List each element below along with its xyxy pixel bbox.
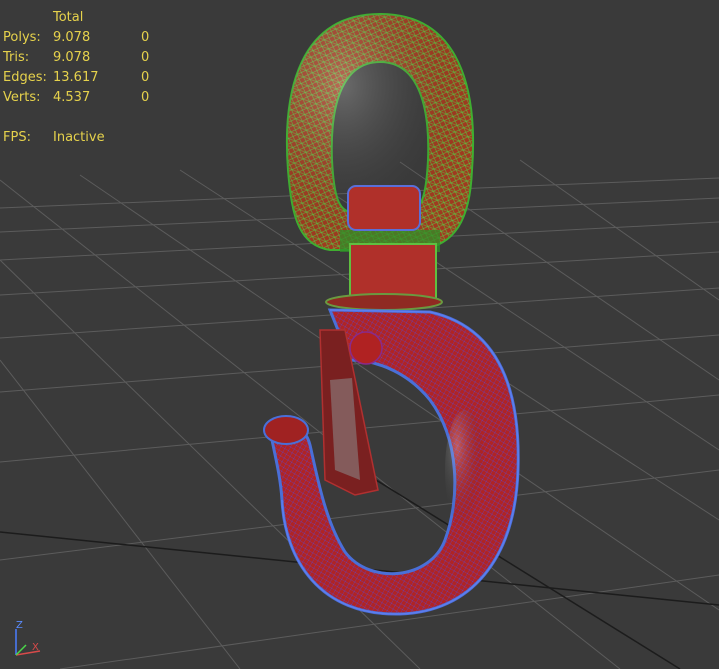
stats-selected-value: 0	[141, 50, 150, 65]
stats-row-verts: Verts: 4.537 0	[3, 88, 161, 108]
gizmo-z-label: Z	[16, 620, 23, 631]
fps-label: FPS:	[3, 130, 31, 145]
fps-value: Inactive	[53, 130, 105, 145]
stats-header-total: Total	[53, 10, 84, 25]
stats-label: Tris:	[3, 50, 30, 65]
stats-row-tris: Tris: 9.078 0	[3, 48, 161, 68]
stats-total-value: 4.537	[53, 90, 91, 105]
stats-total-value: 9.078	[53, 30, 91, 45]
stats-selected-value: 0	[141, 90, 150, 105]
viewport-statistics: Total Polys: 9.078 0 Tris: 9.078 0 Edges…	[3, 8, 161, 148]
stats-row-fps: FPS: Inactive	[3, 128, 161, 148]
gizmo-x-label: X	[32, 642, 39, 653]
stats-selected-value: 0	[141, 30, 150, 45]
stats-label: Edges:	[3, 70, 47, 85]
stats-row-edges: Edges: 13.617 0	[3, 68, 161, 88]
stats-total-value: 9.078	[53, 50, 91, 65]
axis-gizmo-icon	[15, 629, 41, 656]
stats-label: Polys:	[3, 30, 41, 45]
stats-row-polys: Polys: 9.078 0	[3, 28, 161, 48]
stats-selected-value: 0	[141, 70, 150, 85]
stats-header-row: Total	[3, 8, 161, 28]
stats-total-value: 13.617	[53, 70, 99, 85]
stats-label: Verts:	[3, 90, 41, 105]
